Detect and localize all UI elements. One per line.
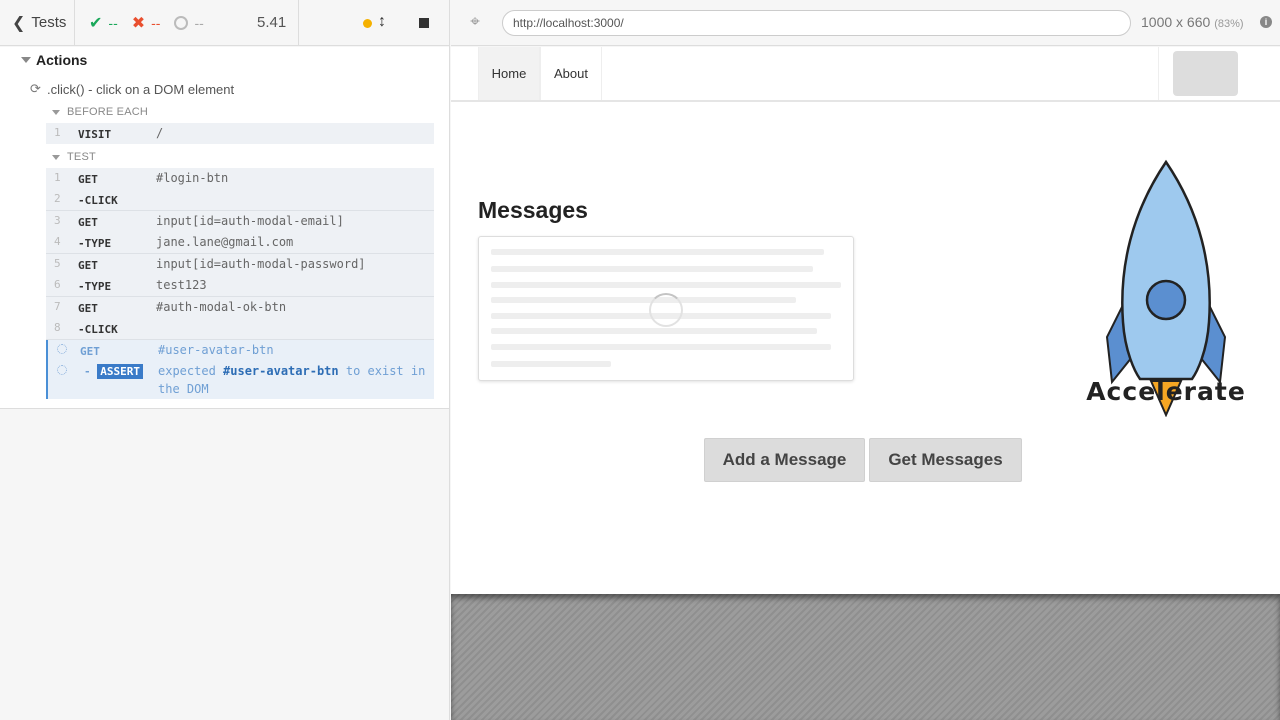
loading-spinner-icon	[649, 293, 683, 327]
x-icon: ✖	[131, 14, 146, 32]
reporter-panel: ❮ Tests ✔ -- ✖ -- -- 5.41 ↕ Actions ⟳ .c…	[0, 0, 450, 720]
caret-down-icon[interactable]	[52, 110, 60, 115]
viewport-backdrop	[451, 594, 1280, 720]
command-row[interactable]: 7 GET #auth-modal-ok-btn	[46, 297, 434, 318]
messages-title: Messages	[478, 197, 588, 223]
placeholder-line	[491, 266, 813, 272]
nav-home[interactable]: Home	[478, 47, 540, 100]
spinner-icon	[57, 365, 67, 375]
messages-card	[478, 236, 854, 381]
test-title[interactable]: .click() - click on a DOM element	[47, 82, 234, 97]
nav-about[interactable]: About	[540, 47, 602, 100]
command-row[interactable]: 1 GET #login-btn	[46, 168, 434, 189]
command-row[interactable]: 5 GET input[id=auth-modal-password]	[46, 254, 434, 275]
brand-name: Accelerate	[1086, 377, 1246, 406]
placeholder-line	[491, 249, 824, 255]
placeholder-line	[491, 328, 817, 334]
viewport-size: 1000 x 660 (83%)	[1141, 14, 1244, 30]
pending-ring-icon	[174, 15, 189, 30]
command-row[interactable]: 8 -CLICK	[46, 318, 434, 339]
hook-commands: 1 VISIT /	[46, 123, 434, 144]
command-row-pending[interactable]: GET #user-avatar-btn	[48, 340, 434, 361]
run-duration: 5.41	[257, 14, 287, 31]
autoscroll-toggle-icon[interactable]: ↕	[378, 13, 386, 31]
failed-count: ✖ --	[131, 14, 161, 32]
assert-badge: ASSERT	[97, 364, 143, 379]
get-messages-button[interactable]: Get Messages	[869, 438, 1022, 482]
test-commands: 1 GET #login-btn 2 -CLICK 3 GET input[id…	[46, 168, 434, 399]
spinner-icon	[57, 344, 67, 354]
caret-down-icon[interactable]	[21, 57, 31, 63]
stop-button[interactable]	[419, 18, 429, 28]
tests-button[interactable]: ❮ Tests	[0, 0, 75, 46]
test-section-header[interactable]: TEST	[67, 151, 96, 163]
placeholder-line	[491, 344, 831, 350]
suite-title[interactable]: Actions	[36, 52, 87, 68]
app-iframe: Home About Messages Accelerate Add a Mes…	[451, 47, 1280, 594]
placeholder-line	[491, 297, 796, 303]
command-row[interactable]: 6 -TYPE test123	[46, 275, 434, 296]
tests-label: Tests	[31, 14, 67, 31]
chevron-left-icon: ❮	[12, 14, 26, 32]
pending-count: --	[174, 15, 204, 31]
passed-count: ✔ --	[89, 14, 118, 32]
rocket-body	[1121, 159, 1211, 381]
command-row[interactable]: 3 GET input[id=auth-modal-email]	[46, 211, 434, 232]
check-icon: ✔	[89, 14, 103, 32]
placeholder-line	[491, 361, 611, 367]
rocket-window	[1145, 279, 1187, 321]
pending-commands: GET #user-avatar-btn - ASSERT expected #…	[46, 340, 434, 399]
refresh-icon: ⟳	[30, 81, 41, 96]
placeholder-line	[491, 282, 841, 288]
runnable-list: Actions ⟳ .click() - click on a DOM elem…	[0, 47, 449, 409]
running-indicator-icon	[363, 19, 372, 28]
selector-playground-icon[interactable]: ⌖	[466, 13, 484, 31]
command-row-assert[interactable]: - ASSERT expected #user-avatar-btn to ex…	[48, 361, 434, 399]
command-row[interactable]: 4 -TYPE jane.lane@gmail.com	[46, 232, 434, 253]
divider	[298, 0, 299, 46]
command-row[interactable]: 2 -CLICK	[46, 189, 434, 210]
command-row[interactable]: 1 VISIT /	[46, 123, 434, 144]
app-navbar: Home About	[451, 47, 1280, 102]
info-icon[interactable]: i	[1260, 16, 1272, 28]
assert-message: expected #user-avatar-btn to exist in	[158, 364, 426, 378]
aut-panel: ⌖ http://localhost:3000/ 1000 x 660 (83%…	[451, 0, 1280, 720]
before-each-header[interactable]: BEFORE EACH	[67, 106, 148, 118]
add-message-button[interactable]: Add a Message	[704, 438, 865, 482]
login-button-placeholder[interactable]	[1173, 51, 1238, 96]
caret-down-icon[interactable]	[52, 155, 60, 160]
aut-header: ⌖ http://localhost:3000/ 1000 x 660 (83%…	[451, 0, 1280, 46]
url-bar[interactable]: http://localhost:3000/	[502, 10, 1131, 36]
